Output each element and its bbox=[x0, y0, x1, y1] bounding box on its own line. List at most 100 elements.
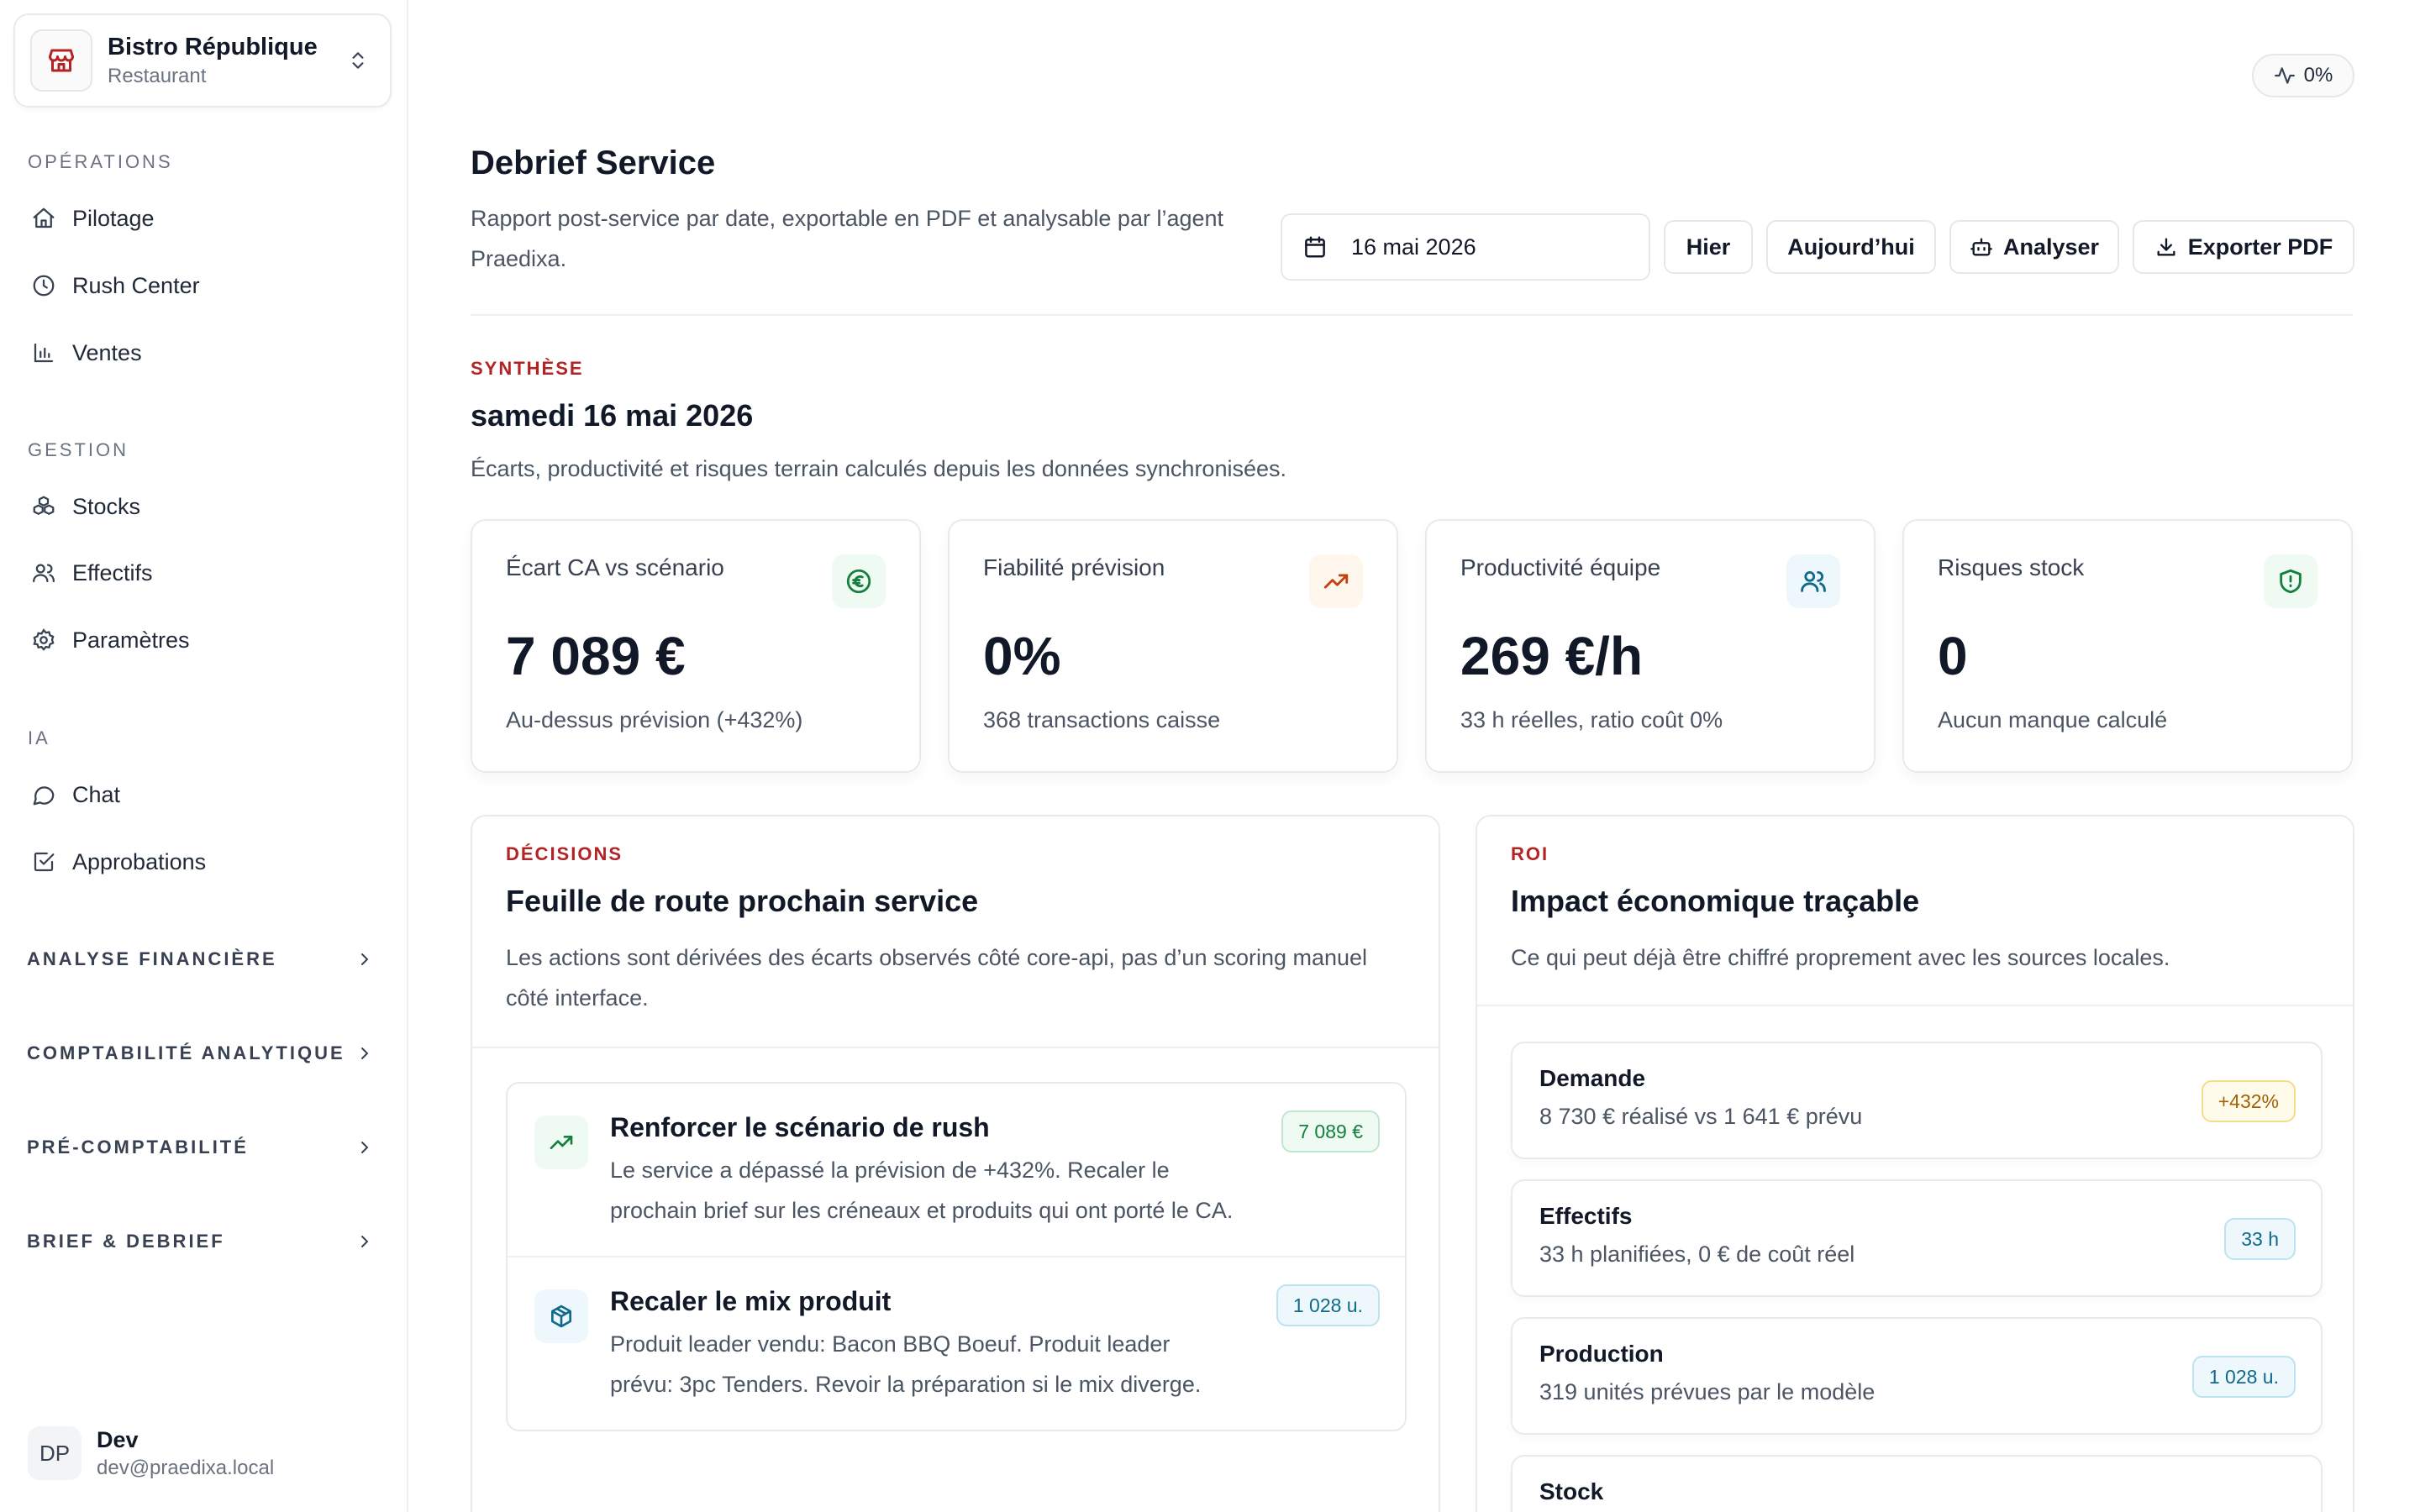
roi-item-description: 8 730 € réalisé vs 1 641 € prévu bbox=[1539, 1104, 1863, 1129]
activity-status-value: 0% bbox=[2303, 64, 2333, 87]
bar-chart-icon bbox=[29, 338, 59, 368]
roi-item-title: Effectifs bbox=[1539, 1203, 1633, 1229]
date-picker[interactable]: 16 mai 2026 bbox=[1281, 213, 1650, 281]
synthese-kicker: SYNTHÈSE bbox=[471, 358, 584, 379]
sidebar-item-rush-center[interactable]: Rush Center bbox=[18, 260, 388, 311]
nav-section-ia: IA bbox=[28, 727, 50, 748]
org-switcher[interactable]: Bistro République Restaurant bbox=[13, 13, 392, 108]
nav-section-operations: OPÉRATIONS bbox=[28, 151, 173, 172]
sidebar-item-stocks[interactable]: Stocks bbox=[18, 481, 388, 532]
decision-badge: 1 028 u. bbox=[1276, 1284, 1380, 1326]
avatar: DP bbox=[28, 1426, 82, 1480]
decisions-header: DÉCISIONS Feuille de route prochain serv… bbox=[472, 816, 1439, 1048]
today-button[interactable]: Aujourd’hui bbox=[1766, 220, 1936, 274]
yesterday-button[interactable]: Hier bbox=[1664, 220, 1753, 274]
user-email: dev@praedixa.local bbox=[97, 1456, 275, 1479]
users-icon bbox=[29, 558, 59, 588]
store-icon bbox=[30, 29, 92, 92]
chevron-right-icon bbox=[350, 1038, 380, 1068]
decision-item[interactable]: Renforcer le scénario de rush Le service… bbox=[508, 1084, 1405, 1257]
gear-icon bbox=[29, 625, 59, 655]
export-label: Exporter PDF bbox=[2187, 234, 2333, 260]
decision-item[interactable]: Recaler le mix produit Produit leader ve… bbox=[508, 1257, 1405, 1430]
chevrons-up-down-icon[interactable] bbox=[341, 44, 375, 77]
kpi-card-risques-stock: Risques stock 0 Aucun manque calculé bbox=[1902, 519, 2353, 773]
nav-group-brief-debrief[interactable]: BRIEF & DEBRIEF bbox=[18, 1216, 388, 1267]
roi-kicker: ROI bbox=[1511, 843, 1549, 864]
sidebar-item-pilotage[interactable]: Pilotage bbox=[18, 193, 388, 244]
kpi-value: 269 €/h bbox=[1460, 626, 1644, 686]
euro-icon bbox=[832, 554, 886, 608]
decisions-title: Feuille de route prochain service bbox=[506, 884, 979, 918]
roi-item-badge: 1 028 u. bbox=[2191, 1356, 2296, 1398]
calendar-icon bbox=[1305, 236, 1325, 258]
boxes-icon bbox=[29, 491, 59, 522]
roi-title: Impact économique traçable bbox=[1511, 884, 1920, 918]
chevron-right-icon bbox=[350, 1132, 380, 1163]
decision-title: Renforcer le scénario de rush bbox=[610, 1112, 990, 1142]
kpi-note: 368 transactions caisse bbox=[983, 707, 1221, 732]
roi-header: ROI Impact économique traçable Ce qui pe… bbox=[1477, 816, 2353, 1006]
sidebar-item-chat[interactable]: Chat bbox=[18, 769, 388, 820]
page-title: Debrief Service bbox=[471, 144, 716, 181]
sidebar: Bistro République Restaurant OPÉRATIONS … bbox=[0, 0, 408, 1512]
decision-badge: 7 089 € bbox=[1281, 1110, 1380, 1152]
kpi-value: 0% bbox=[983, 626, 1061, 686]
clock-icon bbox=[29, 270, 59, 301]
nav-group-analyse-financiere[interactable]: ANALYSE FINANCIÈRE bbox=[18, 934, 388, 984]
nav-group-label: COMPTABILITÉ ANALYTIQUE bbox=[27, 1042, 345, 1063]
roi-panel: ROI Impact économique traçable Ce qui pe… bbox=[1476, 815, 2354, 1512]
roi-item-demande[interactable]: Demande 8 730 € réalisé vs 1 641 € prévu… bbox=[1511, 1042, 2323, 1159]
synthese-title: samedi 16 mai 2026 bbox=[471, 398, 754, 433]
kpi-note: Aucun manque calculé bbox=[1938, 707, 2168, 732]
activity-icon bbox=[2274, 67, 2295, 84]
export-pdf-button[interactable]: Exporter PDF bbox=[2133, 220, 2354, 274]
activity-status-pill[interactable]: 0% bbox=[2252, 54, 2354, 97]
decision-list: Renforcer le scénario de rush Le service… bbox=[506, 1082, 1407, 1431]
trending-up-icon bbox=[1309, 554, 1363, 608]
sidebar-item-approbations[interactable]: Approbations bbox=[18, 837, 388, 887]
kpi-card-productivite: Productivité équipe 269 €/h 33 h réelles… bbox=[1425, 519, 1876, 773]
decisions-subtitle: Les actions sont dérivées des écarts obs… bbox=[506, 945, 1368, 1011]
kpi-card-ecart-ca: Écart CA vs scénario 7 089 € Au-dessus p… bbox=[471, 519, 921, 773]
sidebar-item-effectifs[interactable]: Effectifs bbox=[18, 548, 388, 598]
roi-item-badge: +432% bbox=[2201, 1080, 2296, 1122]
org-type: Restaurant bbox=[108, 64, 207, 87]
roi-item-production[interactable]: Production 319 unités prévues par le mod… bbox=[1511, 1317, 2323, 1435]
user-name: Dev bbox=[97, 1426, 139, 1452]
roi-item-stock[interactable]: Stock bbox=[1511, 1455, 2323, 1512]
decision-title: Recaler le mix produit bbox=[610, 1286, 892, 1316]
sidebar-item-label: Stocks bbox=[72, 493, 141, 519]
roi-item-description: 319 unités prévues par le modèle bbox=[1539, 1379, 1876, 1404]
nav-group-label: PRÉ-COMPTABILITÉ bbox=[27, 1137, 249, 1158]
sidebar-item-label: Approbations bbox=[72, 848, 207, 874]
kpi-label: Risques stock bbox=[1938, 554, 2085, 580]
users-icon bbox=[1786, 554, 1840, 608]
sidebar-item-label: Pilotage bbox=[72, 205, 155, 231]
download-icon bbox=[2157, 238, 2175, 256]
sidebar-item-parametres[interactable]: Paramètres bbox=[18, 615, 388, 665]
roi-item-effectifs[interactable]: Effectifs 33 h planifiées, 0 € de coût r… bbox=[1511, 1179, 2323, 1297]
analyze-button[interactable]: Analyser bbox=[1949, 220, 2119, 274]
roi-subtitle: Ce qui peut déjà être chiffré proprement… bbox=[1511, 945, 2170, 970]
roi-item-title: Production bbox=[1539, 1341, 1664, 1367]
sidebar-item-ventes[interactable]: Ventes bbox=[18, 328, 388, 378]
decision-description: Le service a dépassé la prévision de +43… bbox=[610, 1158, 1234, 1223]
decisions-panel: DÉCISIONS Feuille de route prochain serv… bbox=[471, 815, 1440, 1512]
kpi-value: 0 bbox=[1938, 626, 1968, 686]
page-subtitle: Rapport post-service par date, exportabl… bbox=[471, 206, 1224, 271]
chevron-right-icon bbox=[350, 1226, 380, 1257]
nav-group-pre-comptabilite[interactable]: PRÉ-COMPTABILITÉ bbox=[18, 1122, 388, 1173]
trending-up-icon bbox=[534, 1116, 588, 1169]
sidebar-item-label: Paramètres bbox=[72, 627, 190, 653]
nav-group-label: BRIEF & DEBRIEF bbox=[27, 1231, 225, 1252]
decisions-kicker: DÉCISIONS bbox=[506, 843, 623, 864]
synthese-subtitle: Écarts, productivité et risques terrain … bbox=[471, 456, 1286, 481]
nav-group-comptabilite-analytique[interactable]: COMPTABILITÉ ANALYTIQUE bbox=[18, 1028, 388, 1079]
bot-icon bbox=[1970, 238, 1992, 256]
user-menu[interactable]: DP Dev dev@praedixa.local bbox=[28, 1426, 274, 1480]
sidebar-item-label: Ventes bbox=[72, 339, 142, 365]
sidebar-item-label: Effectifs bbox=[72, 559, 153, 585]
chevron-right-icon bbox=[350, 944, 380, 974]
kpi-card-fiabilite: Fiabilité prévision 0% 368 transactions … bbox=[948, 519, 1398, 773]
